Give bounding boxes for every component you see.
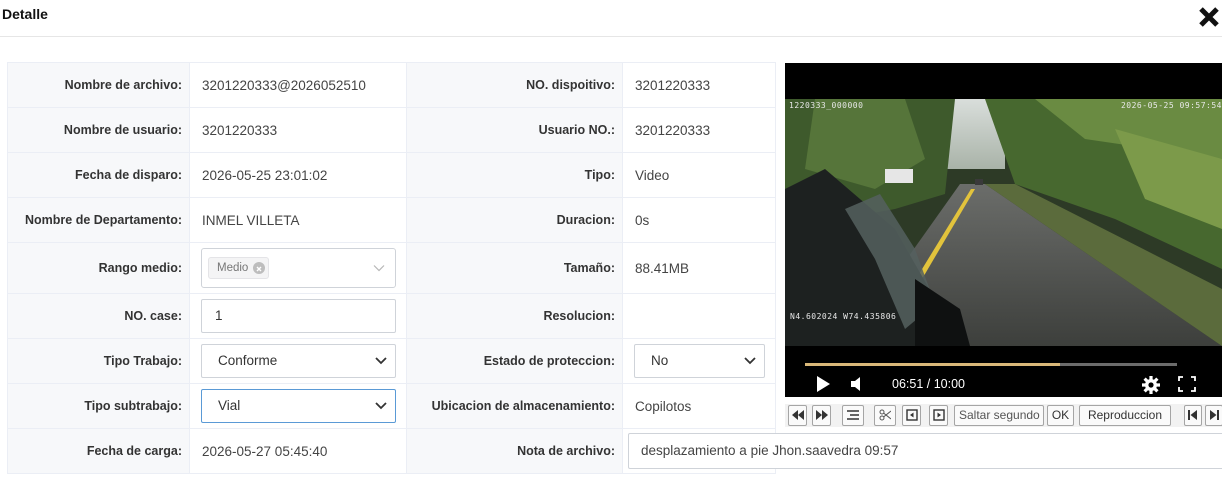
user-no-label: Usuario NO.: <box>406 107 623 153</box>
table-row: Nombre de archivo: 3201220333@2026052510… <box>7 62 776 108</box>
user-name-label: Nombre de usuario: <box>7 107 190 153</box>
device-no-value: 3201220333 <box>622 62 776 108</box>
file-name-value: 3201220333@2026052510 <box>189 62 407 108</box>
skip-end-icon <box>1210 410 1219 420</box>
frame-forward-icon <box>932 409 945 421</box>
duration-label: Duracion: <box>406 197 623 243</box>
table-row: Nombre de Departamento: INMEL VILLETA Du… <box>7 197 776 243</box>
frame-back-button[interactable] <box>902 405 921 426</box>
playback-toolbar: Saltar segundo OK Reproduccion <box>785 404 1222 427</box>
rewind-icon <box>791 410 804 420</box>
tag-remove-icon <box>256 266 262 272</box>
scissors-icon <box>879 409 892 421</box>
case-no-cell: 1 <box>189 293 407 339</box>
seek-seconds-input[interactable]: Saltar segundo <box>954 405 1044 426</box>
work-type-value: Conforme <box>218 353 278 368</box>
detail-table: Nombre de archivo: 3201220333@2026052510… <box>7 62 776 474</box>
chevron-down-icon <box>744 357 756 365</box>
clip-button[interactable] <box>874 405 896 426</box>
case-no-label: NO. case: <box>7 293 190 339</box>
time-display: 06:51 / 10:00 <box>892 377 965 391</box>
play-icon[interactable] <box>815 375 831 393</box>
device-no-label: NO. dispoitivo: <box>406 62 623 108</box>
work-type-select[interactable]: Conforme <box>201 344 396 378</box>
chevron-down-icon <box>375 402 387 410</box>
table-row: Tipo subtrabajo: Vial Ubicacion de almac… <box>7 383 776 429</box>
fullscreen-icon[interactable] <box>1177 375 1197 393</box>
overlay-device-id: 1220333_000000 <box>789 101 864 110</box>
medium-range-tag: Medio <box>208 257 270 279</box>
user-name-value: 3201220333 <box>189 107 407 153</box>
file-name-label: Nombre de archivo: <box>7 62 190 108</box>
type-value: Video <box>622 152 776 198</box>
protection-value: No <box>651 353 669 368</box>
chevron-down-icon <box>373 265 385 272</box>
trigger-date-label: Fecha de disparo: <box>7 152 190 198</box>
medium-range-cell: Medio <box>189 242 407 294</box>
table-row: Tipo Trabajo: Conforme Estado de protecc… <box>7 338 776 384</box>
frame-forward-button[interactable] <box>929 405 948 426</box>
tag-remove-button[interactable] <box>253 262 266 274</box>
department-label: Nombre de Departamento: <box>7 197 190 243</box>
close-button[interactable] <box>1198 6 1220 28</box>
close-icon <box>1199 7 1219 27</box>
dialog-title: Detalle <box>2 6 48 22</box>
frame-back-icon <box>905 409 918 421</box>
table-row: NO. case: 1 Resolucion: <box>7 293 776 339</box>
medium-range-select[interactable]: Medio <box>201 248 396 288</box>
fast-forward-button[interactable] <box>812 405 831 426</box>
case-no-input[interactable]: 1 <box>201 299 396 333</box>
skip-start-button[interactable] <box>1184 405 1202 426</box>
size-label: Tamaño: <box>406 242 623 294</box>
playback-button[interactable]: Reproduccion <box>1079 405 1171 426</box>
table-row: Nombre de usuario: 3201220333 Usuario NO… <box>7 107 776 153</box>
file-note-label: Nota de archivo: <box>406 428 623 474</box>
work-type-cell: Conforme <box>189 338 407 384</box>
progress-fill <box>805 363 1060 366</box>
list-button[interactable] <box>842 405 864 426</box>
dialog-header: Detalle <box>0 0 1222 37</box>
upload-date-label: Fecha de carga: <box>7 428 190 474</box>
table-row: Rango medio: Medio Tamaño: 88.41MB <box>7 242 776 294</box>
overlay-timestamp: 2026-05-25 09:57:54 <box>1120 101 1222 110</box>
skip-start-icon <box>1188 410 1197 420</box>
protection-cell: No <box>622 338 776 384</box>
protection-label: Estado de proteccion: <box>406 338 623 384</box>
work-subtype-value: Vial <box>218 398 241 413</box>
resolution-label: Resolucion: <box>406 293 623 339</box>
protection-select[interactable]: No <box>634 344 765 378</box>
progress-bar[interactable] <box>805 363 1177 366</box>
gear-icon[interactable] <box>1141 375 1161 395</box>
upload-date-value: 2026-05-27 05:45:40 <box>189 428 407 474</box>
department-value: INMEL VILLETA <box>189 197 407 243</box>
size-value: 88.41MB <box>622 242 776 294</box>
list-icon <box>847 410 859 420</box>
medium-range-label: Rango medio: <box>7 242 190 294</box>
video-frame <box>785 99 1222 346</box>
chevron-down-icon <box>375 357 387 365</box>
work-type-label: Tipo Trabajo: <box>7 338 190 384</box>
rewind-button[interactable] <box>788 405 807 426</box>
table-row: Fecha de disparo: 2026-05-25 23:01:02 Ti… <box>7 152 776 198</box>
overlay-gps: N4.602024 W74.435806 <box>790 312 897 321</box>
work-subtype-cell: Vial <box>189 383 407 429</box>
volume-icon[interactable] <box>849 375 865 393</box>
storage-value: Copilotos <box>622 383 776 429</box>
work-subtype-select[interactable]: Vial <box>201 389 396 423</box>
medium-range-tag-label: Medio <box>217 262 249 274</box>
trigger-date-value: 2026-05-25 23:01:02 <box>189 152 407 198</box>
type-label: Tipo: <box>406 152 623 198</box>
resolution-value <box>622 293 776 339</box>
duration-value: 0s <box>622 197 776 243</box>
user-no-value: 3201220333 <box>622 107 776 153</box>
fast-forward-icon <box>815 410 828 420</box>
file-note-input[interactable]: desplazamiento a pie Jhon.saavedra 09:57 <box>628 433 1222 469</box>
skip-end-button[interactable] <box>1205 405 1222 426</box>
work-subtype-label: Tipo subtrabajo: <box>7 383 190 429</box>
storage-label: Ubicacion de almacenamiento: <box>406 383 623 429</box>
video-player[interactable]: 1220333_000000 2026-05-25 09:57:54 N4.60… <box>785 63 1222 397</box>
ok-button[interactable]: OK <box>1047 405 1074 426</box>
